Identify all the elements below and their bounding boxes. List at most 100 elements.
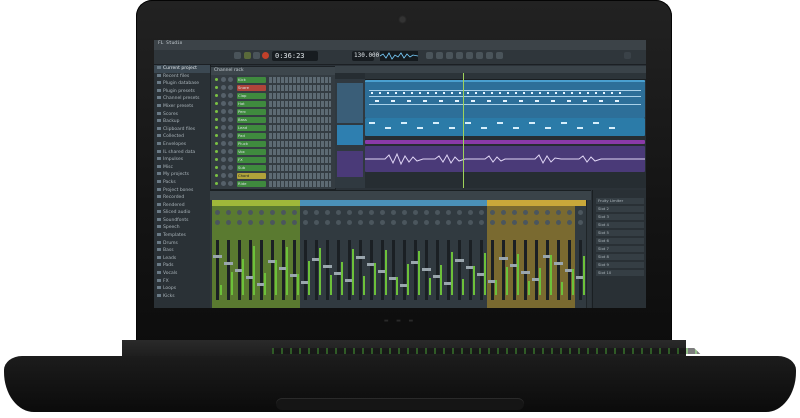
- mixer-fader-track[interactable]: [458, 240, 461, 300]
- mixer-pan-knob[interactable]: [226, 210, 231, 215]
- channel-row[interactable]: Snare: [213, 84, 333, 92]
- channel-row[interactable]: Clap: [213, 92, 333, 100]
- mixer-pan-knob[interactable]: [347, 210, 352, 215]
- mixer-stereo-knob[interactable]: [545, 220, 550, 225]
- mixer-fader-cap[interactable]: [323, 265, 332, 268]
- channel-pan-knob[interactable]: [221, 149, 226, 154]
- mixer-stereo-knob[interactable]: [446, 220, 451, 225]
- mixer-stereo-knob[interactable]: [380, 220, 385, 225]
- mixer-pan-knob[interactable]: [391, 210, 396, 215]
- channel-name-button[interactable]: Ride: [237, 180, 266, 187]
- channel-name-button[interactable]: FX: [237, 156, 266, 163]
- mixer-stereo-knob[interactable]: [292, 220, 297, 225]
- mixer-stereo-knob[interactable]: [237, 220, 242, 225]
- mixer-pan-knob[interactable]: [292, 210, 297, 215]
- channel-name-button[interactable]: Lead: [237, 124, 266, 131]
- mixer-pan-knob[interactable]: [259, 210, 264, 215]
- browser-item[interactable]: Scores: [154, 111, 210, 119]
- channel-row[interactable]: Sub: [213, 164, 333, 172]
- mixer-fx-slot[interactable]: Slot 8: [596, 254, 644, 260]
- channel-volume-knob[interactable]: [228, 157, 233, 162]
- browser-item[interactable]: FX: [154, 278, 210, 286]
- mixer-pan-knob[interactable]: [314, 210, 319, 215]
- channel-pan-knob[interactable]: [221, 77, 226, 82]
- mixer-pan-knob[interactable]: [281, 210, 286, 215]
- mixer-pan-knob[interactable]: [402, 210, 407, 215]
- browser-item[interactable]: Kicks: [154, 293, 210, 301]
- mixer-pan-knob[interactable]: [237, 210, 242, 215]
- mixer-fader-track[interactable]: [469, 240, 472, 300]
- channel-step-sequencer[interactable]: [269, 149, 331, 155]
- channel-mute-led[interactable]: [215, 174, 218, 177]
- mixer-fader-track[interactable]: [282, 240, 285, 300]
- mixer-pan-knob[interactable]: [457, 210, 462, 215]
- channel-volume-knob[interactable]: [228, 85, 233, 90]
- browser-item[interactable]: Sliced audio: [154, 209, 210, 217]
- mixer-fader-track[interactable]: [480, 240, 483, 300]
- playlist-timeline-ruler[interactable]: [365, 73, 646, 80]
- browser-item[interactable]: Drums: [154, 240, 210, 248]
- channel-volume-knob[interactable]: [228, 93, 233, 98]
- mixer-stereo-knob[interactable]: [248, 220, 253, 225]
- channel-mute-led[interactable]: [215, 150, 218, 153]
- channel-mute-led[interactable]: [215, 126, 218, 129]
- browser-item[interactable]: Mixer presets: [154, 103, 210, 111]
- mixer-fader-track[interactable]: [414, 240, 417, 300]
- channel-name-button[interactable]: Pad: [237, 132, 266, 139]
- mixer-fader-track[interactable]: [447, 240, 450, 300]
- mixer-stereo-knob[interactable]: [281, 220, 286, 225]
- channel-name-button[interactable]: Bass: [237, 116, 266, 123]
- mixer-fader-track[interactable]: [216, 240, 219, 300]
- channel-volume-knob[interactable]: [228, 77, 233, 82]
- mixer-pan-knob[interactable]: [248, 210, 253, 215]
- channel-volume-knob[interactable]: [228, 117, 233, 122]
- mixer-stereo-knob[interactable]: [402, 220, 407, 225]
- mixer-fader-track[interactable]: [293, 240, 296, 300]
- channel-mute-led[interactable]: [215, 134, 218, 137]
- mixer-pan-knob[interactable]: [578, 210, 583, 215]
- mixer-pan-knob[interactable]: [567, 210, 572, 215]
- browser-item[interactable]: Current project: [154, 65, 210, 73]
- pattern-song-toggle[interactable]: [234, 52, 241, 59]
- browser-item[interactable]: Misc: [154, 164, 210, 172]
- channel-pan-knob[interactable]: [221, 133, 226, 138]
- mixer-fader-cap[interactable]: [521, 271, 530, 274]
- mixer-stereo-knob[interactable]: [457, 220, 462, 225]
- mixer-pan-knob[interactable]: [501, 210, 506, 215]
- mixer-stereo-knob[interactable]: [226, 220, 231, 225]
- mixer-fader-track[interactable]: [513, 240, 516, 300]
- browser-item[interactable]: Templates: [154, 232, 210, 240]
- browser-item[interactable]: Packs: [154, 179, 210, 187]
- mixer-stereo-knob[interactable]: [435, 220, 440, 225]
- channel-volume-knob[interactable]: [228, 149, 233, 154]
- mixer-fader-track[interactable]: [392, 240, 395, 300]
- browser-item[interactable]: Vocals: [154, 270, 210, 278]
- browser-item[interactable]: Plugin database: [154, 80, 210, 88]
- record-button[interactable]: [262, 52, 269, 59]
- mixer-stereo-knob[interactable]: [347, 220, 352, 225]
- browser-item[interactable]: Speech: [154, 224, 210, 232]
- browser-item[interactable]: Soundfonts: [154, 217, 210, 225]
- playlist-clip-pattern-b[interactable]: [365, 118, 645, 136]
- mixer-fader-track[interactable]: [403, 240, 406, 300]
- mixer-fader-track[interactable]: [436, 240, 439, 300]
- mixer-fader-cap[interactable]: [356, 256, 365, 259]
- mixer-pan-knob[interactable]: [413, 210, 418, 215]
- channel-row[interactable]: Pluck: [213, 140, 333, 148]
- mixer-stereo-knob[interactable]: [259, 220, 264, 225]
- channel-mute-led[interactable]: [215, 118, 218, 121]
- mixer-stereo-knob[interactable]: [512, 220, 517, 225]
- channel-volume-knob[interactable]: [228, 165, 233, 170]
- channel-row[interactable]: Ride: [213, 180, 333, 188]
- channel-pan-knob[interactable]: [221, 85, 226, 90]
- channel-name-button[interactable]: Sub: [237, 164, 266, 171]
- mixer-stereo-knob[interactable]: [369, 220, 374, 225]
- browser-item[interactable]: Project bones: [154, 187, 210, 195]
- channel-step-sequencer[interactable]: [269, 77, 331, 83]
- mixer-stereo-knob[interactable]: [314, 220, 319, 225]
- mixer-fx-slot[interactable]: Slot 2: [596, 206, 644, 212]
- mixer-stereo-knob[interactable]: [479, 220, 484, 225]
- channel-mute-led[interactable]: [215, 110, 218, 113]
- plugin-picker-button[interactable]: [486, 52, 493, 59]
- channel-step-sequencer[interactable]: [269, 117, 331, 123]
